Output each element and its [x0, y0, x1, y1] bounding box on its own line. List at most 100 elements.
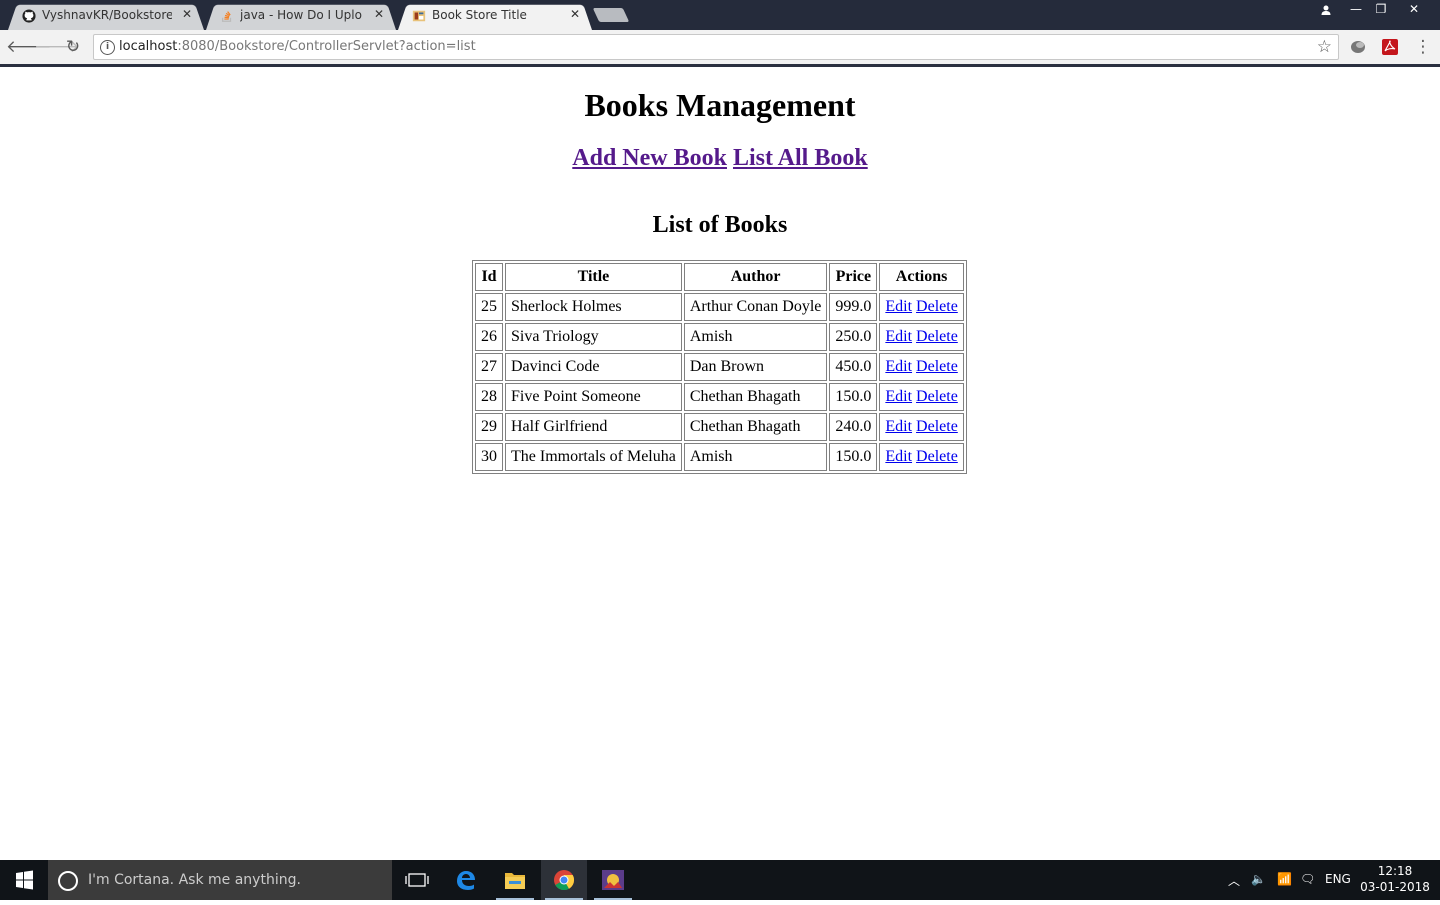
- list-title: List of Books: [652, 212, 788, 238]
- books-table: Id Title Author Price Actions 25 Sherloc…: [472, 260, 967, 474]
- cell-author: Dan Brown: [683, 353, 828, 381]
- cell-actions: Edit Delete: [879, 383, 964, 411]
- cell-title: Siva Triology: [505, 323, 682, 351]
- windows-logo-icon: [16, 870, 33, 890]
- cell-id: 25: [475, 293, 503, 321]
- edit-link[interactable]: Edit: [885, 358, 912, 375]
- delete-link[interactable]: Delete: [916, 358, 958, 375]
- delete-link[interactable]: Delete: [916, 328, 958, 345]
- cell-author: Chethan Bhagath: [683, 413, 828, 441]
- start-button[interactable]: [0, 860, 48, 900]
- stackoverflow-icon: [221, 11, 232, 22]
- show-hidden-icons[interactable]: ︿: [1228, 872, 1240, 889]
- tab-title: java - How Do I Upload E: [240, 8, 362, 22]
- table-row: 29 Half Girlfriend Chethan Bhagath 240.0…: [475, 413, 964, 441]
- restore-button[interactable]: ❐: [1367, 0, 1395, 20]
- cortana-placeholder: I'm Cortana. Ask me anything.: [88, 872, 301, 888]
- cell-title: Half Girlfriend: [505, 413, 682, 441]
- delete-link[interactable]: Delete: [916, 388, 958, 405]
- header-author: Author: [683, 263, 828, 291]
- table-header-row: Id Title Author Price Actions: [475, 263, 964, 291]
- delete-link[interactable]: Delete: [916, 418, 958, 435]
- cell-price: 240.0: [829, 413, 878, 441]
- delete-link[interactable]: Delete: [916, 298, 958, 315]
- chrome-button[interactable]: [541, 860, 587, 900]
- pdf-extension-icon[interactable]: [1381, 38, 1399, 56]
- task-view-button[interactable]: [394, 860, 440, 900]
- minimize-button[interactable]: —: [1342, 0, 1370, 20]
- cell-price: 450.0: [829, 353, 878, 381]
- edit-link[interactable]: Edit: [885, 418, 912, 435]
- clock-time: 12:18: [1377, 864, 1413, 878]
- cell-id: 26: [475, 323, 503, 351]
- cell-actions: Edit Delete: [879, 443, 964, 471]
- cell-price: 150.0: [829, 443, 878, 471]
- close-tab-icon[interactable]: ✕: [182, 7, 192, 21]
- clock-date: 03-01-2018: [1360, 880, 1430, 894]
- new-tab-button[interactable]: [592, 8, 630, 22]
- edge-icon: [457, 871, 475, 890]
- close-window-button[interactable]: ✕: [1400, 0, 1428, 20]
- tab-title: Book Store Title: [432, 8, 527, 22]
- language-indicator[interactable]: ENG: [1325, 872, 1351, 886]
- cell-author: Amish: [683, 323, 828, 351]
- cell-actions: Edit Delete: [879, 413, 964, 441]
- cell-actions: Edit Delete: [879, 353, 964, 381]
- github-icon: [22, 9, 36, 23]
- notification-icon[interactable]: 🗨: [1300, 872, 1315, 886]
- cell-title: Sherlock Holmes: [505, 293, 682, 321]
- tab-bookstore[interactable]: Book Store Title ✕: [398, 2, 592, 30]
- extension-icon[interactable]: [1349, 38, 1367, 56]
- add-new-book-link[interactable]: Add New Book: [572, 145, 727, 171]
- chrome-icon: [554, 870, 575, 891]
- tab-github[interactable]: VyshnavKR/Bookstore: A ✕: [8, 2, 204, 30]
- list-all-books-link[interactable]: List All Book: [733, 145, 868, 171]
- cell-author: Chethan Bhagath: [683, 383, 828, 411]
- edit-link[interactable]: Edit: [885, 298, 912, 315]
- header-price: Price: [829, 263, 878, 291]
- forward-button[interactable]: 🡒: [34, 36, 80, 58]
- tab-stackoverflow[interactable]: java - How Do I Upload E ✕: [206, 2, 396, 30]
- cortana-search-box[interactable]: I'm Cortana. Ask me anything.: [48, 860, 392, 900]
- close-tab-icon[interactable]: ✕: [570, 7, 580, 21]
- profile-icon[interactable]: [1312, 0, 1340, 20]
- task-view-icon: [405, 873, 429, 887]
- folder-icon: [505, 873, 525, 889]
- chrome-menu-icon[interactable]: ⋮: [1412, 36, 1434, 58]
- address-bar[interactable]: i localhost:8080/Bookstore/ControllerSer…: [93, 34, 1339, 60]
- page-title: Books Management: [584, 87, 856, 123]
- cell-price: 150.0: [829, 383, 878, 411]
- cell-title: The Immortals of Meluha: [505, 443, 682, 471]
- table-row: 27 Davinci Code Dan Brown 450.0 Edit Del…: [475, 353, 964, 381]
- volume-icon[interactable]: 🔈: [1251, 872, 1266, 886]
- nav-links: Add New Book List All Book: [0, 145, 1440, 172]
- cell-actions: Edit Delete: [879, 293, 964, 321]
- delete-link[interactable]: Delete: [916, 448, 958, 465]
- info-icon[interactable]: i: [100, 40, 115, 55]
- table-row: 30 The Immortals of Meluha Amish 150.0 E…: [475, 443, 964, 471]
- reload-button[interactable]: ↻: [62, 36, 84, 58]
- edge-button[interactable]: [443, 860, 489, 900]
- edit-link[interactable]: Edit: [885, 448, 912, 465]
- edit-link[interactable]: Edit: [885, 388, 912, 405]
- file-explorer-button[interactable]: [492, 860, 538, 900]
- cell-price: 250.0: [829, 323, 878, 351]
- page-content: Books Management Add New Book List All B…: [0, 67, 1440, 860]
- cortana-icon: [58, 871, 78, 891]
- table-row: 26 Siva Triology Amish 250.0 Edit Delete: [475, 323, 964, 351]
- close-tab-icon[interactable]: ✕: [374, 7, 384, 21]
- cell-author: Amish: [683, 443, 828, 471]
- header-id: Id: [475, 263, 503, 291]
- header-actions: Actions: [879, 263, 964, 291]
- back-button[interactable]: 🡐: [6, 36, 52, 58]
- bookmark-star-icon[interactable]: ☆: [1317, 37, 1332, 57]
- header-title: Title: [505, 263, 682, 291]
- cell-id: 27: [475, 353, 503, 381]
- url-text: localhost:8080/Bookstore/ControllerServl…: [119, 39, 476, 54]
- edit-link[interactable]: Edit: [885, 328, 912, 345]
- wifi-icon[interactable]: 📶: [1277, 872, 1292, 886]
- cell-price: 999.0: [829, 293, 878, 321]
- app-button[interactable]: [590, 860, 636, 900]
- cell-id: 30: [475, 443, 503, 471]
- system-clock[interactable]: 12:18 03-01-2018: [1360, 863, 1430, 895]
